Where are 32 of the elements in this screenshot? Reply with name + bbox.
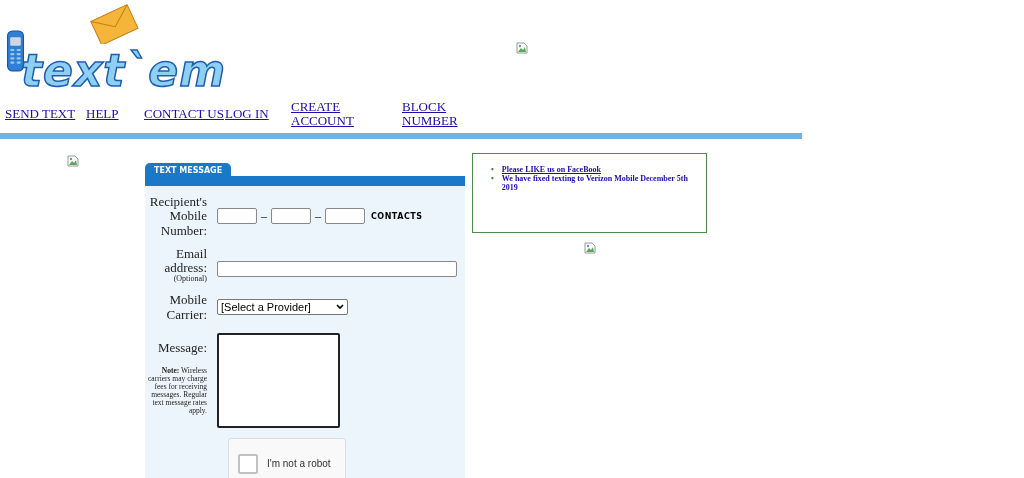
contacts-link[interactable]: CONTACTS <box>371 211 423 221</box>
phone-input[interactable] <box>271 208 311 225</box>
broken-image-icon <box>583 242 596 254</box>
nav-link[interactable]: CREATE ACCOUNT <box>291 100 402 128</box>
email-input[interactable] <box>217 260 457 277</box>
separator: – <box>261 208 267 224</box>
broken-image-icon <box>66 155 79 167</box>
nav-link[interactable]: SEND TEXT <box>0 107 86 121</box>
phone-input[interactable] <box>217 208 257 225</box>
captcha-label: I'm not a robot <box>267 458 331 470</box>
news-link[interactable]: Please LIKE us on FaceBook <box>501 166 601 175</box>
bullet: • <box>491 166 494 175</box>
nav-link[interactable]: HELP <box>86 107 144 121</box>
optional-hint: (Optional) <box>172 275 207 285</box>
message-textarea[interactable] <box>217 332 340 428</box>
nav-link[interactable]: LOG IN <box>225 107 291 121</box>
broken-image-icon <box>516 42 528 54</box>
carrier-dropdown[interactable]: [Select a Provider] <box>217 299 348 316</box>
field-label: Mobile Carrier: <box>166 292 207 322</box>
logo-text: text`em <box>21 49 226 93</box>
nav-link[interactable]: CONTACT US <box>144 107 225 121</box>
captcha-checkbox[interactable] <box>238 453 258 474</box>
nav-link[interactable]: BLOCK NUMBER <box>402 100 462 128</box>
field-label: Message: <box>157 339 207 355</box>
field-label: Email address: <box>164 245 207 276</box>
captcha-widget[interactable]: I'm not a robot <box>228 437 346 478</box>
caret-icon <box>336 304 344 311</box>
news-item: We have fixed texting to Verizon Mobile December 5th 2019 <box>501 174 689 193</box>
phone-input[interactable] <box>325 208 365 225</box>
separator: – <box>315 208 321 224</box>
bullet: • <box>491 174 494 185</box>
field-label: Recipient's Mobile Number: <box>149 194 207 238</box>
